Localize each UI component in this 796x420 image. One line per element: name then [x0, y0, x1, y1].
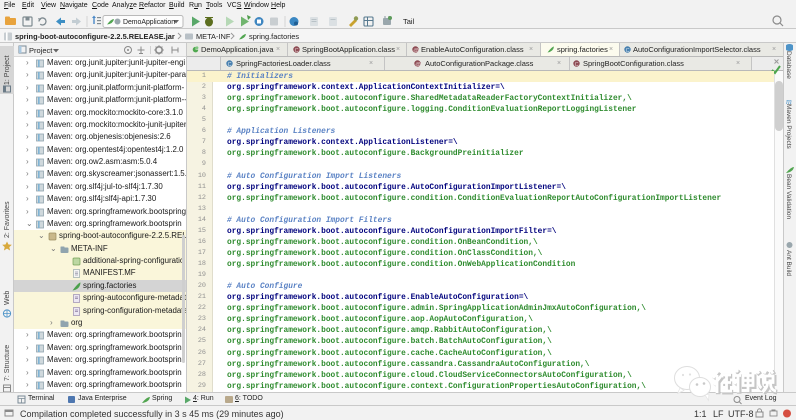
svg-text:C: C: [295, 48, 299, 53]
svg-text:C: C: [575, 62, 579, 67]
svg-text:@: @: [415, 62, 421, 67]
svg-text:C: C: [228, 62, 232, 67]
svg-text:C: C: [626, 48, 630, 53]
svg-text:DemoApplication: DemoApplication: [123, 19, 175, 26]
svg-text:@: @: [413, 48, 419, 53]
